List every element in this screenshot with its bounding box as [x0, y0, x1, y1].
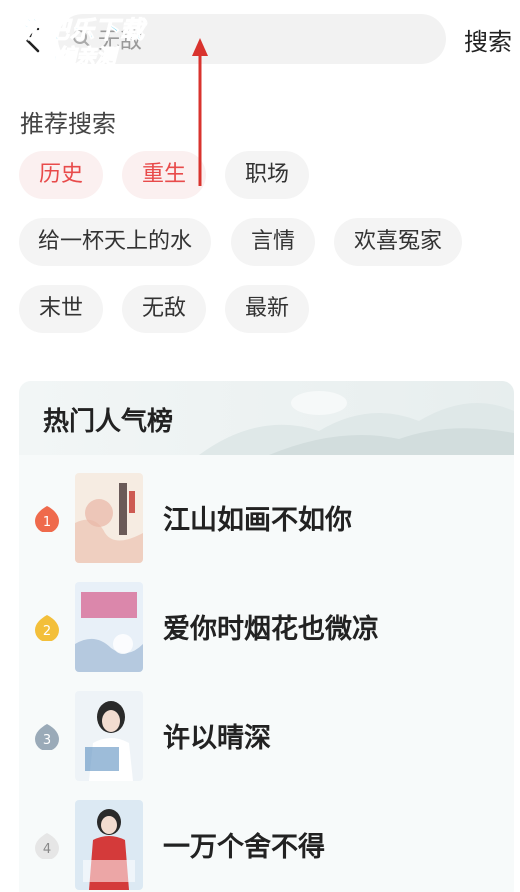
- recommend-tag[interactable]: 欢喜冤家: [334, 218, 462, 266]
- svg-text:3: 3: [43, 733, 51, 748]
- book-cover[interactable]: [75, 473, 143, 563]
- watermark-logo: 游吧乐下载 小编亲测: [14, 10, 149, 69]
- book-title[interactable]: 江山如画不如你: [163, 498, 352, 537]
- book-cover[interactable]: [75, 691, 143, 781]
- rank-badge: 1: [35, 506, 59, 532]
- arrow-up-icon: [192, 38, 208, 186]
- book-title[interactable]: 爱你时烟花也微凉: [163, 607, 379, 646]
- recommend-tag[interactable]: 末世: [19, 285, 103, 333]
- rank-badge: 2: [35, 615, 59, 641]
- svg-text:2: 2: [43, 624, 51, 639]
- recommend-tag[interactable]: 言情: [231, 218, 315, 266]
- recommend-tag[interactable]: 给一杯天上的水: [19, 218, 211, 266]
- recommend-title: 推荐搜索: [20, 110, 116, 138]
- book-cover[interactable]: [75, 582, 143, 672]
- hot-list-item[interactable]: 4 一万个舍不得: [19, 800, 514, 890]
- hot-list-item[interactable]: 1 江山如画不如你: [19, 473, 514, 563]
- svg-text:1: 1: [43, 515, 51, 530]
- book-cover[interactable]: [75, 800, 143, 890]
- watermark-line2: 小编亲测: [36, 44, 117, 69]
- hot-list-header: 热门人气榜: [19, 381, 514, 455]
- recommend-tag[interactable]: 职场: [225, 151, 309, 199]
- svg-text:4: 4: [43, 842, 51, 857]
- hot-list-title: 热门人气榜: [43, 407, 174, 437]
- search-button[interactable]: 搜索: [464, 22, 512, 57]
- book-title[interactable]: 一万个舍不得: [163, 825, 325, 864]
- recommend-tag[interactable]: 无敌: [122, 285, 206, 333]
- hot-list-item[interactable]: 3 许以晴深: [19, 691, 514, 781]
- hot-list-item[interactable]: 2 爱你时烟花也微凉: [19, 582, 514, 672]
- recommend-tag[interactable]: 最新: [225, 285, 309, 333]
- hot-list-card: 热门人气榜 1 江山如画不如你 2 爱你时烟花也微凉 3 许以晴深 4 一万个舍…: [19, 381, 514, 892]
- rank-badge: 4: [35, 833, 59, 859]
- book-title[interactable]: 许以晴深: [163, 716, 271, 755]
- recommend-tag[interactable]: 历史: [19, 151, 103, 199]
- rank-badge: 3: [35, 724, 59, 750]
